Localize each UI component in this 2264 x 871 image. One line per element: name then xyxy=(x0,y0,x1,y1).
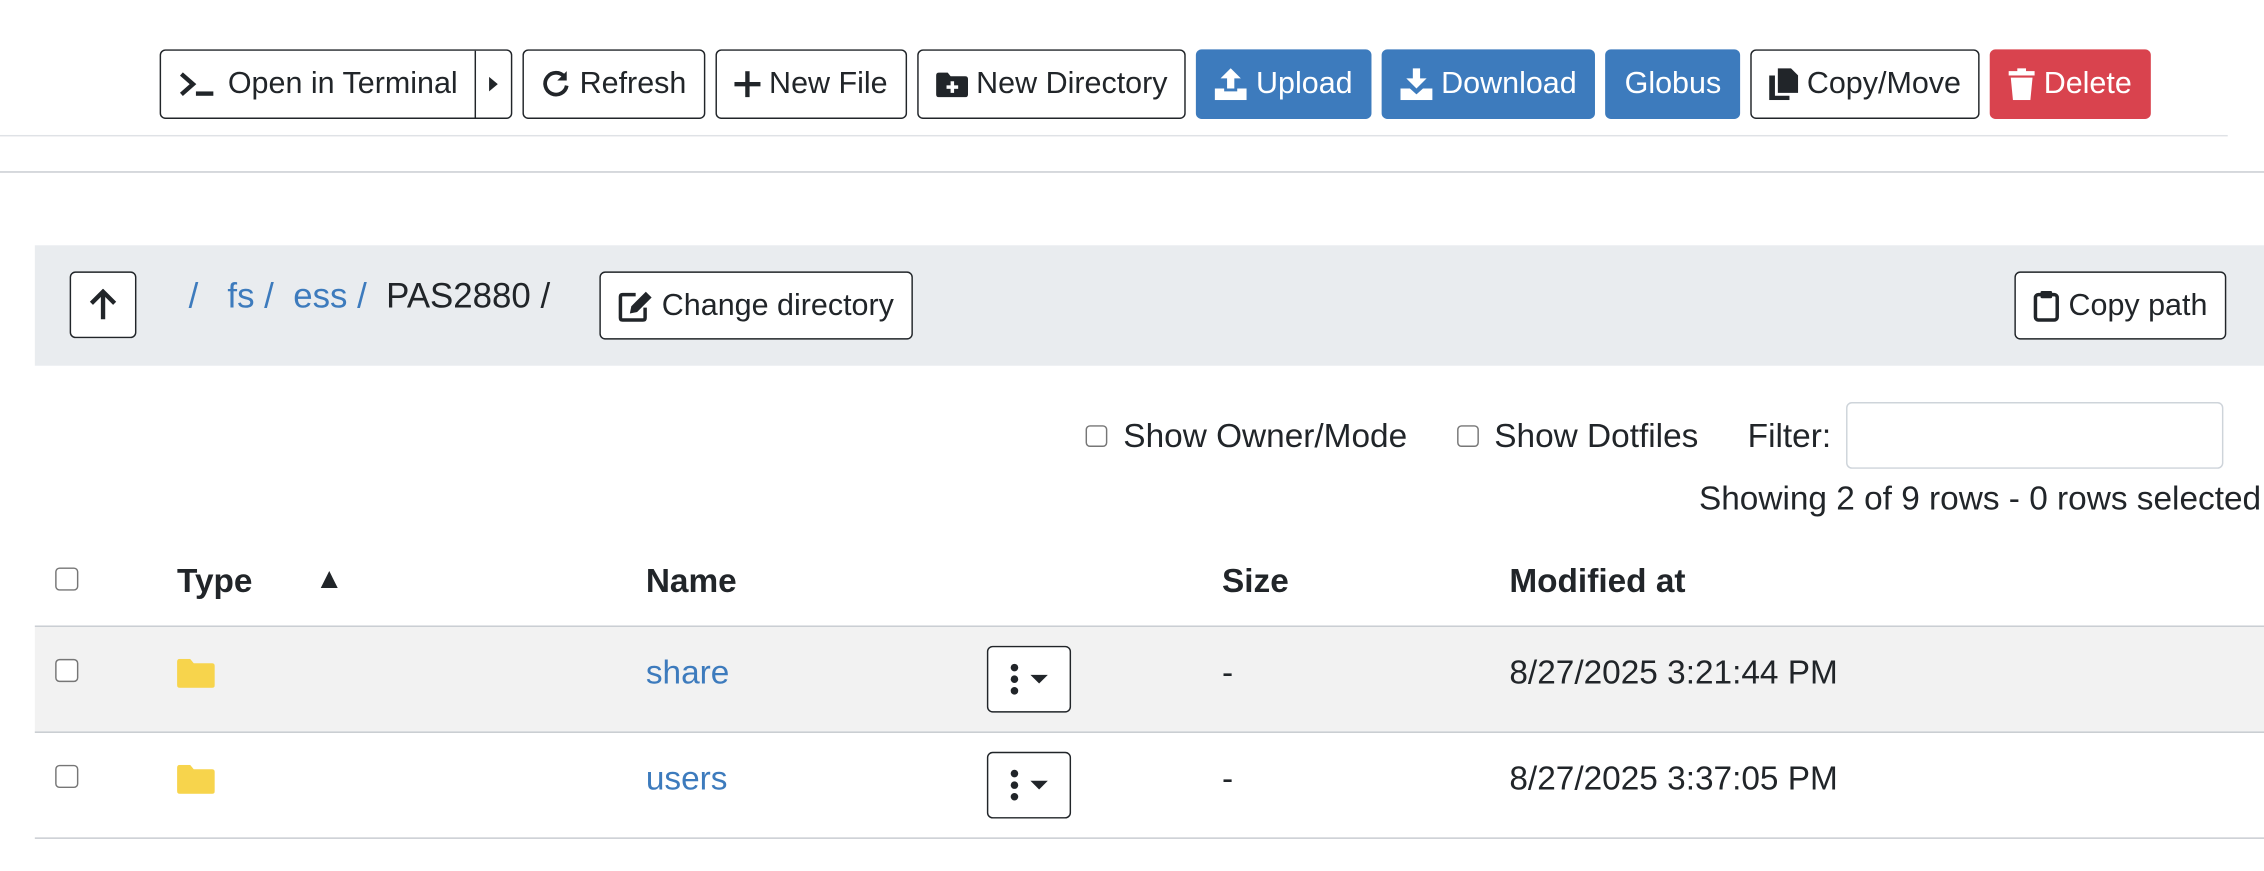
breadcrumb: / fs / ess / PAS2880 / xyxy=(189,277,550,318)
copy-move-button[interactable]: Copy/Move xyxy=(1750,49,1980,120)
filter-input[interactable] xyxy=(1845,402,2223,469)
trash-icon xyxy=(2008,68,2035,101)
globus-button[interactable]: Globus xyxy=(1605,49,1741,120)
column-header-modified[interactable]: Modified at xyxy=(1509,562,1685,601)
download-icon xyxy=(1400,68,1433,101)
file-size: - xyxy=(1221,653,1234,691)
refresh-label: Refresh xyxy=(579,66,687,101)
show-dotfiles-label: Show Dotfiles xyxy=(1494,415,1699,454)
file-modified: 8/27/2025 3:21:44 PM xyxy=(1509,653,1838,691)
change-directory-label: Change directory xyxy=(661,288,894,322)
divider xyxy=(0,134,2228,137)
column-header-type[interactable]: Type xyxy=(177,562,252,601)
terminal-options-caret-button[interactable] xyxy=(477,51,512,118)
file-browser: Open in Terminal Refresh New File New Di… xyxy=(0,0,2264,871)
select-all-checkbox[interactable] xyxy=(55,567,79,591)
breadcrumb-segment-ess[interactable]: ess xyxy=(293,277,347,318)
column-header-size[interactable]: Size xyxy=(1222,562,1289,601)
breadcrumb-segment-fs[interactable]: fs xyxy=(227,277,254,318)
open-in-terminal-label: Open in Terminal xyxy=(227,66,458,101)
refresh-icon xyxy=(542,70,571,99)
row-checkbox[interactable] xyxy=(55,764,79,789)
change-directory-button[interactable]: Change directory xyxy=(599,271,913,340)
row-count-status: Showing 2 of 9 rows - 0 rows selected xyxy=(1698,478,2262,517)
copy-path-label: Copy path xyxy=(2068,288,2208,322)
table-header: Type ▲ Name Size Modified at xyxy=(34,537,2264,627)
show-dotfiles-option: Show Dotfiles xyxy=(1456,415,1699,455)
show-owner-mode-checkbox[interactable] xyxy=(1085,424,1108,447)
open-terminal-split-button: Open in Terminal xyxy=(159,49,513,120)
folder-icon xyxy=(177,764,215,801)
file-modified: 8/27/2025 3:37:05 PM xyxy=(1509,759,1838,797)
row-actions-dropdown[interactable] xyxy=(986,645,1072,713)
vertical-ellipsis-icon xyxy=(1010,663,1019,695)
file-name-link[interactable]: share xyxy=(646,653,730,692)
vertical-ellipsis-icon xyxy=(1010,769,1019,801)
copy-icon xyxy=(1769,68,1799,101)
refresh-button[interactable]: Refresh xyxy=(523,49,706,120)
caret-down-icon xyxy=(1030,780,1048,790)
delete-label: Delete xyxy=(2043,66,2132,101)
upload-label: Upload xyxy=(1256,66,1353,101)
download-button[interactable]: Download xyxy=(1381,49,1596,120)
breadcrumb-root[interactable]: / xyxy=(189,277,199,318)
show-owner-mode-option: Show Owner/Mode xyxy=(1085,415,1408,455)
delete-button[interactable]: Delete xyxy=(1990,49,2151,120)
show-owner-mode-label: Show Owner/Mode xyxy=(1123,415,1408,454)
new-file-label: New File xyxy=(769,66,888,101)
globus-label: Globus xyxy=(1624,66,1722,101)
edit-icon xyxy=(618,290,653,322)
show-dotfiles-checkbox[interactable] xyxy=(1456,424,1479,447)
new-directory-button[interactable]: New Directory xyxy=(916,49,1187,120)
filter-label: Filter: xyxy=(1747,415,1832,454)
clipboard-icon xyxy=(2034,290,2060,322)
arrow-up-icon xyxy=(89,288,117,320)
path-bar: / fs / ess / PAS2880 / Change directory xyxy=(34,245,2264,366)
breadcrumb-separator: / xyxy=(264,277,274,317)
file-table: Type ▲ Name Size Modified at share - 8/2… xyxy=(34,537,2264,839)
table-row[interactable]: users - 8/27/2025 3:37:05 PM xyxy=(34,733,2264,839)
breadcrumb-current: PAS2880 xyxy=(386,277,531,317)
column-header-name[interactable]: Name xyxy=(646,562,737,601)
copy-path-button[interactable]: Copy path xyxy=(2014,271,2227,340)
breadcrumb-separator: / xyxy=(357,277,367,317)
open-in-terminal-button[interactable]: Open in Terminal xyxy=(161,50,477,118)
folder-icon xyxy=(177,658,215,695)
table-row[interactable]: share - 8/27/2025 3:21:44 PM xyxy=(34,626,2264,733)
row-checkbox[interactable] xyxy=(55,658,79,683)
sort-ascending-icon[interactable]: ▲ xyxy=(315,563,344,596)
file-size: - xyxy=(1221,759,1234,797)
download-label: Download xyxy=(1441,66,1577,101)
toolbar: Open in Terminal Refresh New File New Di… xyxy=(159,49,2151,120)
breadcrumb-separator: / xyxy=(540,277,551,317)
upload-button[interactable]: Upload xyxy=(1196,49,1372,120)
caret-down-icon xyxy=(1030,674,1048,684)
folder-plus-icon xyxy=(935,71,968,98)
file-name-link[interactable]: users xyxy=(646,759,728,798)
options-bar: Show Owner/Mode Show Dotfiles Filter: xyxy=(1085,402,2223,469)
plus-icon xyxy=(734,71,761,98)
terminal-icon xyxy=(179,71,217,97)
caret-right-icon xyxy=(489,76,499,92)
row-actions-dropdown[interactable] xyxy=(986,751,1072,819)
new-directory-label: New Directory xyxy=(976,66,1168,101)
upload-icon xyxy=(1215,68,1248,101)
divider xyxy=(0,171,2264,173)
copy-move-label: Copy/Move xyxy=(1806,66,1961,101)
new-file-button[interactable]: New File xyxy=(715,49,907,120)
parent-directory-button[interactable] xyxy=(69,271,137,339)
